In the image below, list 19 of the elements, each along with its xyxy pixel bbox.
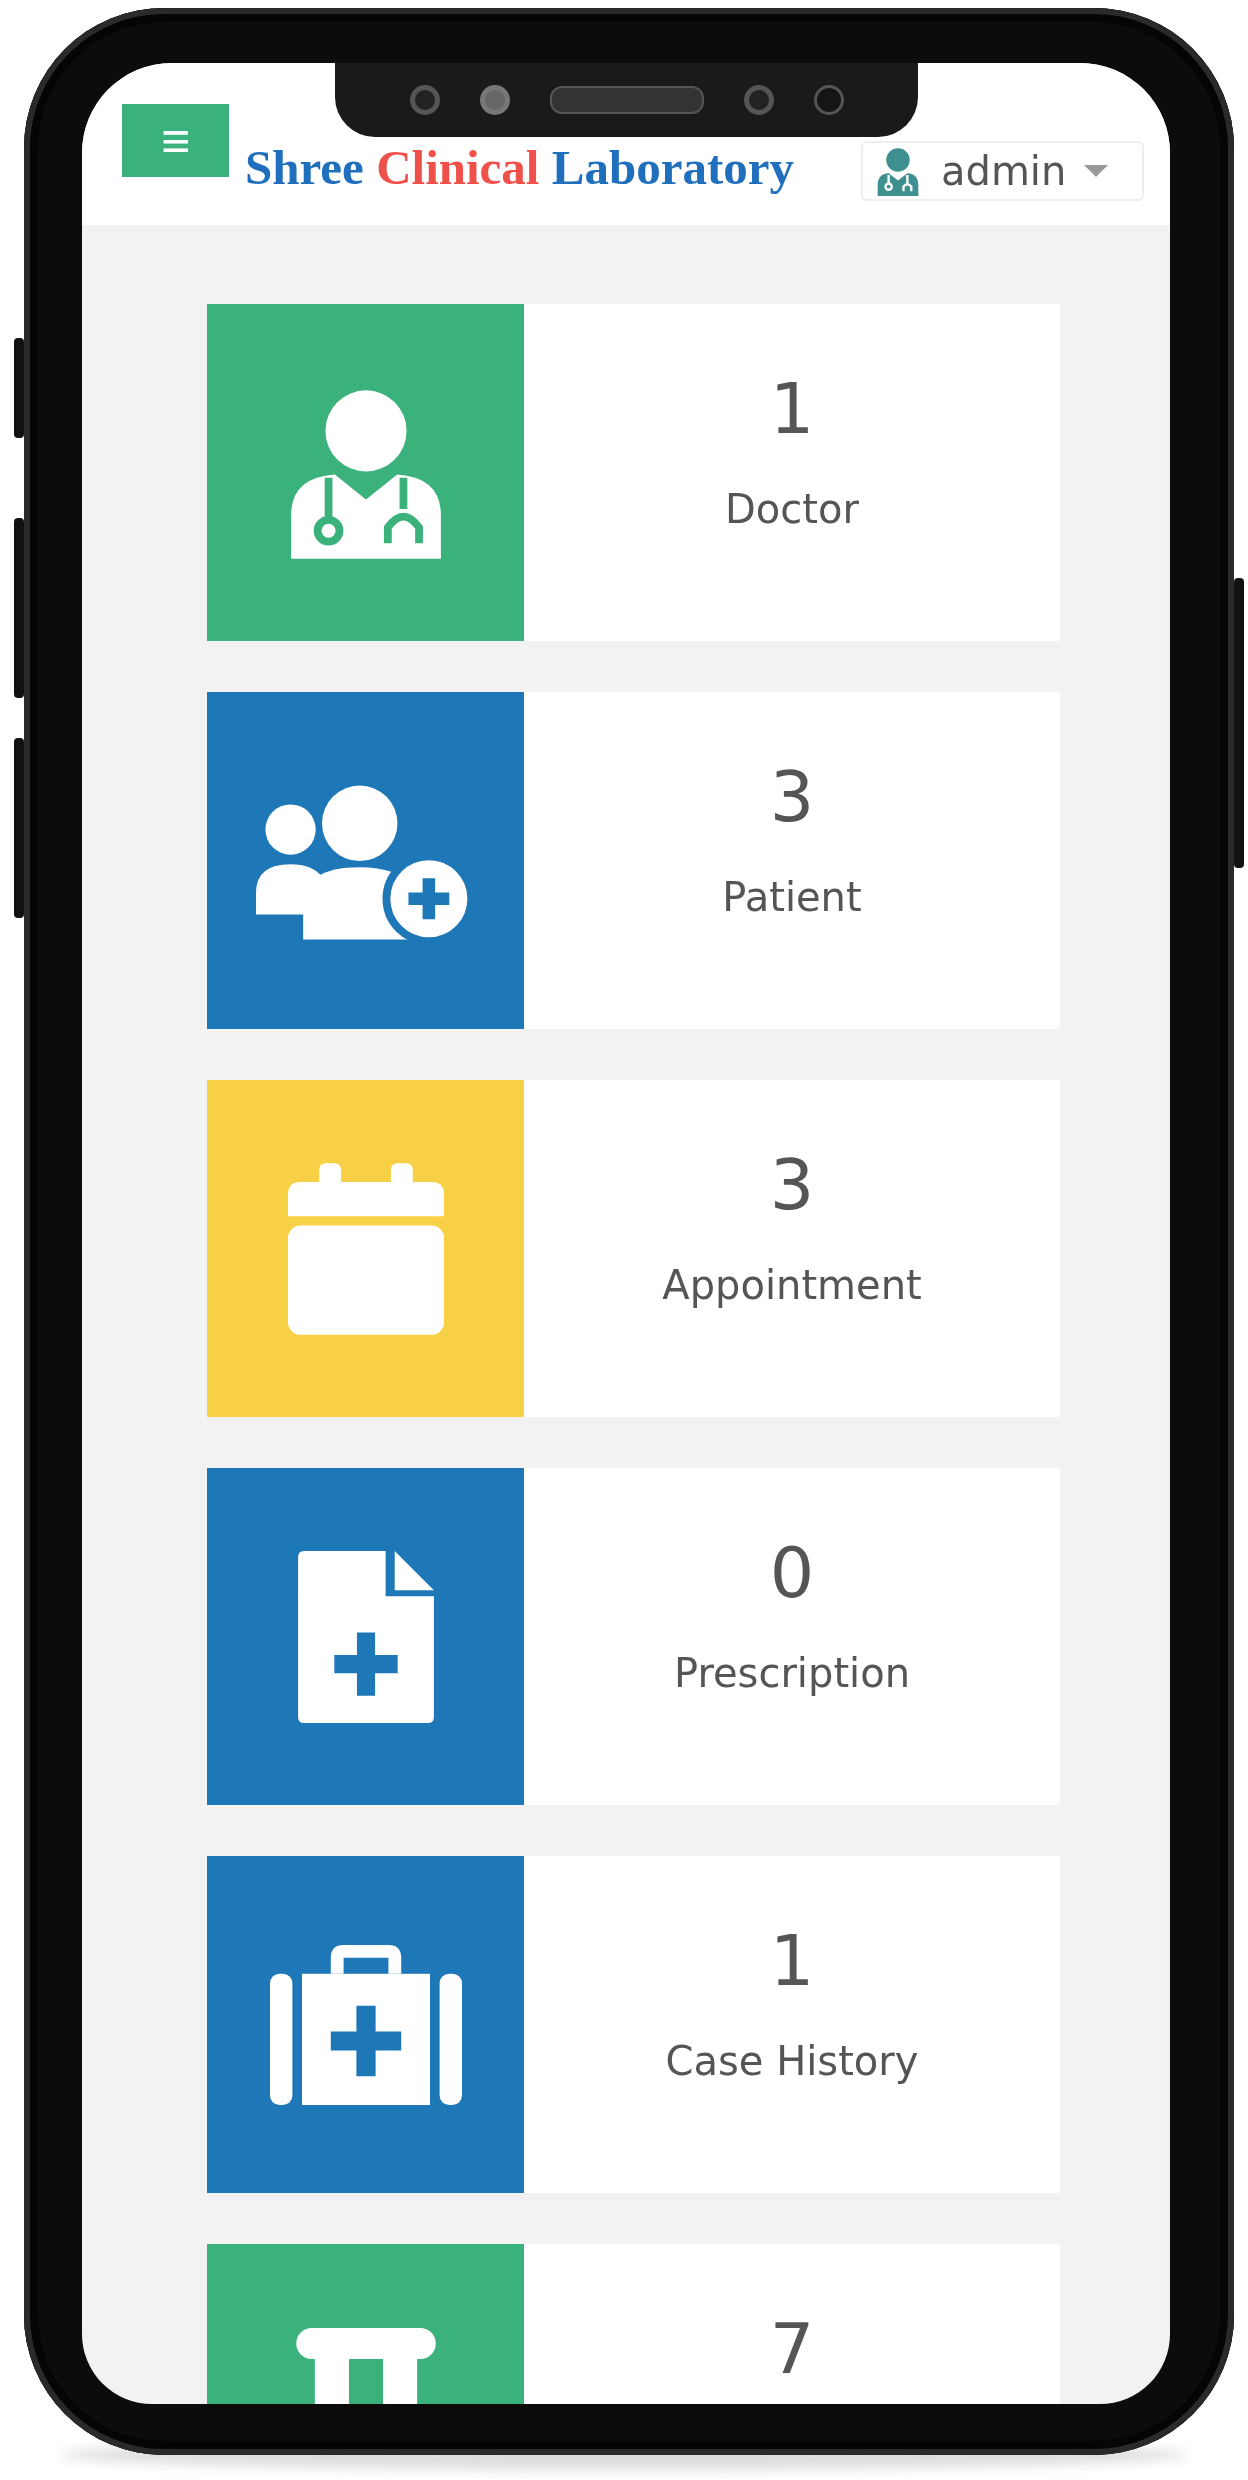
stat-label: Doctor — [725, 486, 859, 532]
stat-label: Appointment — [662, 1262, 922, 1308]
stat-count: 1 — [769, 374, 815, 444]
stat-label: Patient — [722, 874, 862, 920]
stat-count: 7 — [769, 2314, 815, 2384]
stat-count: 1 — [769, 1926, 815, 1996]
stat-count: 0 — [769, 1538, 815, 1608]
stat-card[interactable]: 1 Doctor — [207, 304, 1060, 641]
stat-count: 3 — [769, 762, 815, 832]
stat-card[interactable]: 3 Appointment — [207, 1080, 1060, 1417]
stat-card[interactable]: 3 Patient — [207, 692, 1060, 1029]
stat-count: 3 — [769, 1150, 815, 1220]
stat-card[interactable]: 7 — [207, 2244, 1060, 2404]
stat-label: Case History — [665, 2038, 919, 2084]
user-menu[interactable]: admin — [861, 141, 1144, 201]
app-title: Shree Clinical Laboratory — [245, 141, 794, 195]
stat-label: Prescription — [674, 1650, 910, 1696]
stat-card[interactable]: 0 Prescription — [207, 1468, 1060, 1805]
stat-card[interactable]: 1 Case History — [207, 1856, 1060, 2193]
